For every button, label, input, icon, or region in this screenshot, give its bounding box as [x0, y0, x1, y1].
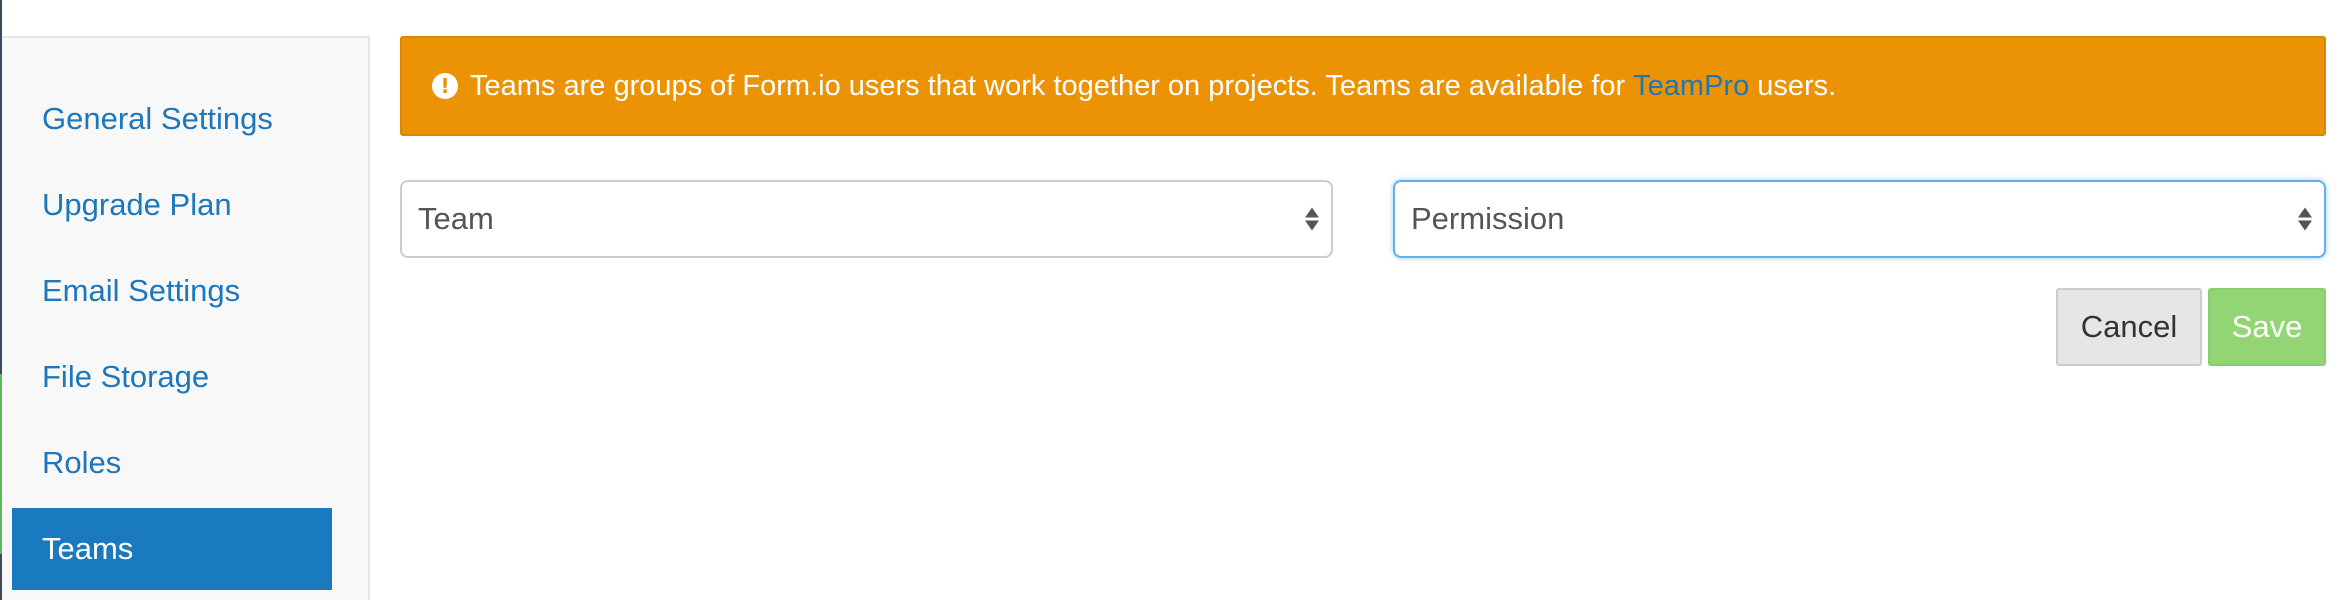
team-select[interactable]: Team	[400, 180, 1333, 258]
teams-warning-alert: ! Teams are groups of Form.io users that…	[400, 36, 2326, 136]
sidebar-item-teams[interactable]: Teams	[12, 508, 332, 590]
select-arrows-icon	[2298, 207, 2312, 231]
alert-text-end: users.	[1757, 69, 1837, 102]
exclamation-circle-icon: !	[432, 73, 458, 99]
sidebar-item-upgrade-plan[interactable]: Upgrade Plan	[12, 164, 332, 246]
team-select-value: Team	[418, 201, 494, 236]
page: General Settings Upgrade Plan Email Sett…	[0, 0, 2342, 600]
sidebar-item-label: Roles	[42, 445, 122, 480]
sidebar-item-label: File Storage	[42, 359, 210, 394]
sidebar-item-label: General Settings	[42, 101, 273, 136]
sidebar-item-label: Email Settings	[42, 273, 241, 308]
permission-select[interactable]: Permission	[1393, 180, 2326, 258]
sidebar-item-email-settings[interactable]: Email Settings	[12, 250, 332, 332]
sidebar-item-general-settings[interactable]: General Settings	[12, 78, 332, 160]
permission-select-value: Permission	[1411, 201, 1565, 236]
save-button[interactable]: Save	[2208, 288, 2326, 366]
alert-text: Teams are groups of Form.io users that w…	[470, 69, 1626, 102]
cancel-button[interactable]: Cancel	[2056, 288, 2202, 366]
sidebar-item-roles[interactable]: Roles	[12, 422, 332, 504]
sidebar-item-label: Upgrade Plan	[42, 187, 232, 222]
sidebar-item-label: Teams	[42, 531, 134, 566]
select-arrows-icon	[1305, 207, 1319, 231]
sidebar-item-file-storage[interactable]: File Storage	[12, 336, 332, 418]
teampro-link[interactable]: TeamPro	[1633, 70, 1749, 103]
settings-sidebar: General Settings Upgrade Plan Email Sett…	[2, 36, 370, 600]
